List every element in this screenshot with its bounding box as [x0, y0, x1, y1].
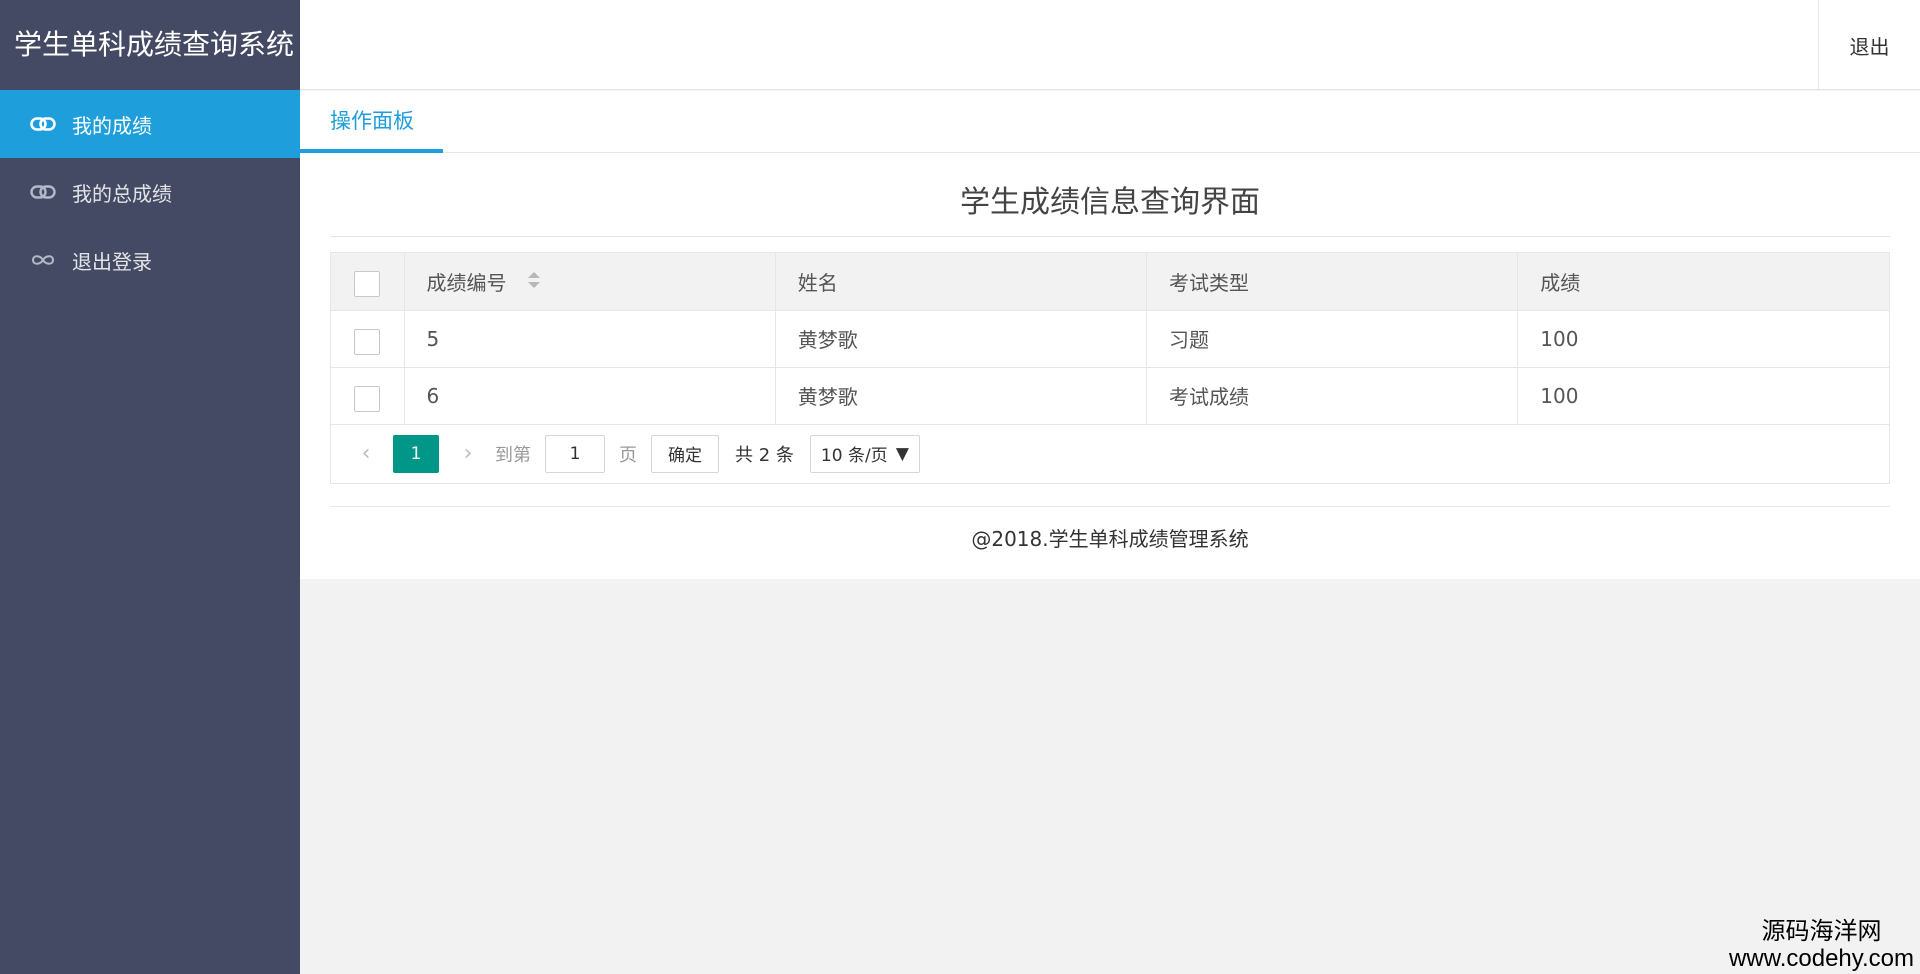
confirm-button[interactable]: 确定 [651, 434, 719, 473]
row-checkbox[interactable] [354, 328, 381, 355]
sidebar-item-label: 退出登录 [72, 249, 152, 274]
column-header-name: 姓名 [775, 253, 1148, 311]
cell-name: 黄梦歌 [775, 310, 1148, 368]
link-icon [30, 185, 56, 199]
sidebar: 学生单科成绩查询系统 我的成绩 我的总成绩 退出登录 [0, 0, 300, 974]
cell-id: 6 [404, 367, 776, 425]
page-size-value: 10 条/页 [820, 446, 888, 466]
page-title: 学生成绩信息查询界面 [330, 185, 1890, 237]
column-header-id[interactable]: 成绩编号 [404, 253, 776, 311]
main-content: 操作面板 学生成绩信息查询界面 成绩编号 姓名 考试类型 成绩 5 黄梦歌 习题… [300, 91, 1920, 579]
watermark: 源码海洋网 www.codehy.com [1729, 918, 1914, 972]
pagination: ‹ 1 › 到第 页 确定 共 2 条 10 条/页 ▼ [331, 425, 1889, 483]
prev-page-icon[interactable]: ‹ [353, 441, 379, 466]
page-suffix-label: 页 [619, 444, 637, 466]
goto-label: 到第 [495, 444, 531, 466]
cell-name: 黄梦歌 [775, 367, 1148, 425]
cell-score: 100 [1517, 310, 1889, 368]
score-table: 成绩编号 姓名 考试类型 成绩 5 黄梦歌 习题 100 6 黄梦歌 考试成绩 … [330, 252, 1890, 484]
table-header-row: 成绩编号 姓名 考试类型 成绩 [331, 253, 1889, 311]
column-header-type: 考试类型 [1146, 253, 1519, 311]
tab-bar: 操作面板 [300, 91, 1920, 153]
sidebar-item-logout[interactable]: 退出登录 [0, 226, 300, 294]
footer-copyright: @2018.学生单科成绩管理系统 [330, 506, 1890, 552]
goto-page-input[interactable] [545, 434, 605, 473]
row-checkbox[interactable] [354, 385, 381, 412]
column-label: 成绩编号 [426, 270, 507, 295]
sidebar-item-total-scores[interactable]: 我的总成绩 [0, 158, 300, 226]
table-row[interactable]: 5 黄梦歌 习题 100 [331, 310, 1889, 368]
top-header: 退出 [300, 0, 1920, 90]
cell-type: 考试成绩 [1146, 367, 1519, 425]
logout-button[interactable]: 退出 [1818, 0, 1920, 90]
app-title: 学生单科成绩查询系统 [0, 0, 300, 90]
total-count: 共 2 条 [735, 444, 794, 466]
row-check-cell [331, 310, 405, 368]
table-row[interactable]: 6 黄梦歌 考试成绩 100 [331, 367, 1889, 425]
watermark-line1: 源码海洋网 [1761, 918, 1882, 945]
cell-score: 100 [1517, 367, 1889, 425]
select-all-checkbox[interactable] [354, 271, 381, 298]
link-icon [30, 117, 56, 131]
cell-type: 习题 [1146, 310, 1519, 368]
sort-icon[interactable] [527, 270, 541, 294]
sidebar-item-label: 我的总成绩 [72, 181, 172, 206]
dropdown-arrow-icon: ▼ [895, 443, 909, 464]
select-all-cell [331, 253, 405, 311]
watermark-line2: www.codehy.com [1729, 945, 1914, 972]
column-header-score: 成绩 [1517, 253, 1889, 311]
page-1-button[interactable]: 1 [393, 434, 439, 473]
infinity-icon [30, 253, 56, 267]
page-size-select[interactable]: 10 条/页 ▼ [809, 434, 920, 473]
cell-id: 5 [404, 310, 776, 368]
row-check-cell [331, 367, 405, 425]
sidebar-item-label: 我的成绩 [72, 113, 152, 138]
tab-operation-panel[interactable]: 操作面板 [300, 91, 443, 153]
sidebar-item-my-scores[interactable]: 我的成绩 [0, 90, 300, 158]
next-page-icon[interactable]: › [455, 441, 481, 466]
